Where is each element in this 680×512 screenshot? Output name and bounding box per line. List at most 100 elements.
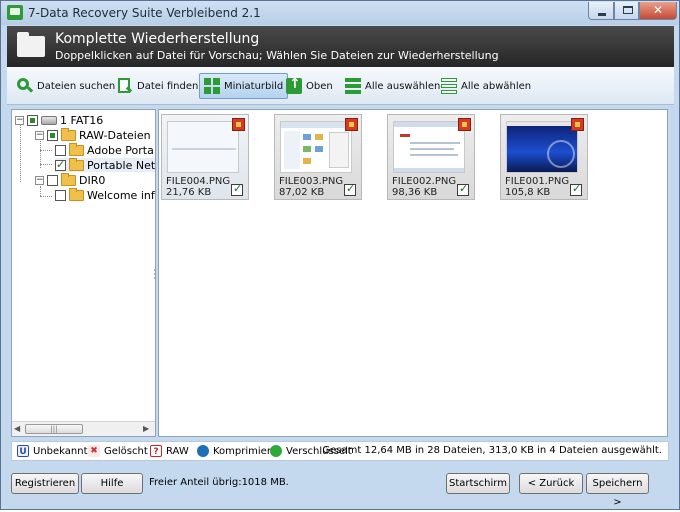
tree-checkbox[interactable] [55,144,66,156]
file-name: FILE001.PNG [505,176,570,187]
folder-icon [61,127,76,141]
raw-icon: ? [150,445,162,457]
file-preview [167,121,239,173]
legend-deleted: ✖ Gelöscht [88,445,148,457]
folder-icon [61,172,76,186]
maximize-icon [623,6,633,14]
save-button[interactable]: Speichern > [586,473,649,508]
file-name: FILE004.PNG [166,176,231,187]
status-legend: U Unbekannt ✖ Gelöscht ? RAW Komprimiert… [11,441,669,461]
file-checkbox[interactable] [570,182,582,196]
footer-bar: Registrieren Hilfe Freier Anteil übrig:1… [7,465,674,508]
free-space-text: Freier Anteil übrig:1018 MB. [149,477,289,488]
tree-node-portable[interactable]: Portable Net [55,157,156,172]
search-icon [17,78,34,94]
tree-checkbox[interactable] [55,158,66,171]
title-bar: 7-Data Recovery Suite Verbleibend 2.1 ✕ [1,1,679,25]
thumbnail-icon [204,78,220,94]
file-size: 105,8 KB [505,187,551,198]
deselect-all-icon [441,78,457,94]
close-button[interactable]: ✕ [639,2,677,20]
page-subtitle: Doppelklicken auf Datei für Vorschau; Wä… [55,49,499,62]
thumbnail-view-label: Miniaturbild [224,80,284,92]
file-size: 98,36 KB [392,187,438,198]
tree-checkbox[interactable] [47,129,58,141]
deselect-all-label: Alle abwählen [461,80,532,92]
find-file-icon [117,78,133,94]
file-checkbox[interactable] [457,182,469,196]
file-thumbnail[interactable]: FILE004.PNG 21,76 KB [161,114,249,200]
select-all-icon [345,78,361,94]
file-checkbox[interactable] [231,182,243,196]
tree-node-raw[interactable]: − RAW-Dateien [35,127,151,142]
file-size: 87,02 KB [279,187,325,198]
tree-checkbox[interactable] [47,174,58,186]
tree-checkbox[interactable] [27,114,38,126]
help-button[interactable]: Hilfe [81,473,143,494]
selection-summary: Gesamt 12,64 MB in 28 Dateien, 313,0 KB … [322,445,662,456]
maximize-button[interactable] [614,2,639,20]
file-thumbnail[interactable]: FILE001.PNG 105,8 KB [500,114,588,200]
scroll-left-icon[interactable]: ◀ [14,424,24,434]
find-file-button[interactable]: Datei finden [113,73,202,99]
file-preview [506,121,578,173]
up-icon [286,76,302,94]
recover-icon [458,118,471,131]
tree-node-label: Portable Net [87,158,156,172]
minimize-button[interactable] [588,2,614,20]
tree-node-label: Adobe Porta [87,143,154,157]
start-screen-button[interactable]: Startschirm [446,473,510,494]
recover-icon [571,118,584,131]
scrollbar-thumb[interactable]: ||| [25,424,83,434]
folder-tree: − 1 FAT16 − RAW-Dateien Adobe Porta Port… [11,109,156,437]
recover-icon [345,118,358,131]
close-icon: ✕ [652,3,664,17]
legend-compressed: Komprimiert [197,445,275,457]
file-name: FILE003.PNG [279,176,344,187]
file-preview [393,121,465,173]
register-button[interactable]: Registrieren [11,473,79,494]
find-file-label: Datei finden [137,80,199,92]
collapse-icon[interactable]: − [35,175,44,185]
drive-icon [41,115,57,125]
encrypted-icon [270,445,282,457]
deselect-all-button[interactable]: Alle abwählen [437,73,535,99]
recover-icon [232,118,245,131]
thumbnail-grid: FILE004.PNG 21,76 KB FILE003.PNG 87,02 K… [158,109,668,437]
search-files-button[interactable]: Dateien suchen [13,73,119,99]
thumbnail-view-button[interactable]: Miniaturbild [199,73,289,99]
file-preview [280,121,352,173]
page-title: Komplette Wiederherstellung [55,31,260,47]
back-button[interactable]: < Zurück [519,473,583,494]
splitter-handle[interactable]: · · · [153,267,156,284]
collapse-icon[interactable]: − [15,115,24,125]
tree-node-welcome[interactable]: Welcome inf [55,187,155,202]
legend-label: Komprimiert [213,445,275,457]
tree-node-label: 1 FAT16 [60,113,104,127]
compressed-icon [197,445,209,457]
legend-label: Unbekannt [33,445,88,457]
up-label: Oben [306,80,333,92]
file-checkbox[interactable] [344,182,356,196]
tree-node-label: DIR0 [79,173,106,187]
tree-checkbox[interactable] [55,189,66,201]
legend-label: RAW [166,445,189,457]
minimize-icon [598,13,606,16]
tree-node-drive[interactable]: − 1 FAT16 [15,113,103,127]
collapse-icon[interactable]: − [35,130,44,140]
file-thumbnail[interactable]: FILE002.PNG 98,36 KB [387,114,475,200]
file-name: FILE002.PNG [392,176,457,187]
select-all-button[interactable]: Alle auswählen [341,73,444,99]
tree-node-adobe[interactable]: Adobe Porta [55,142,154,157]
file-thumbnail[interactable]: FILE003.PNG 87,02 KB [274,114,362,200]
search-files-label: Dateien suchen [37,80,116,92]
file-size: 21,76 KB [166,187,212,198]
scroll-right-icon[interactable]: ▶ [143,424,153,434]
up-button[interactable]: Oben [282,73,337,99]
tree-node-dir0[interactable]: − DIR0 [35,172,106,187]
legend-raw: ? RAW [150,445,189,457]
unknown-icon: U [17,445,29,457]
toolbar: Dateien suchen Datei finden Miniaturbild… [7,67,674,105]
horizontal-scrollbar[interactable]: ◀ ||| ▶ [12,421,155,436]
select-all-label: Alle auswählen [365,80,441,92]
